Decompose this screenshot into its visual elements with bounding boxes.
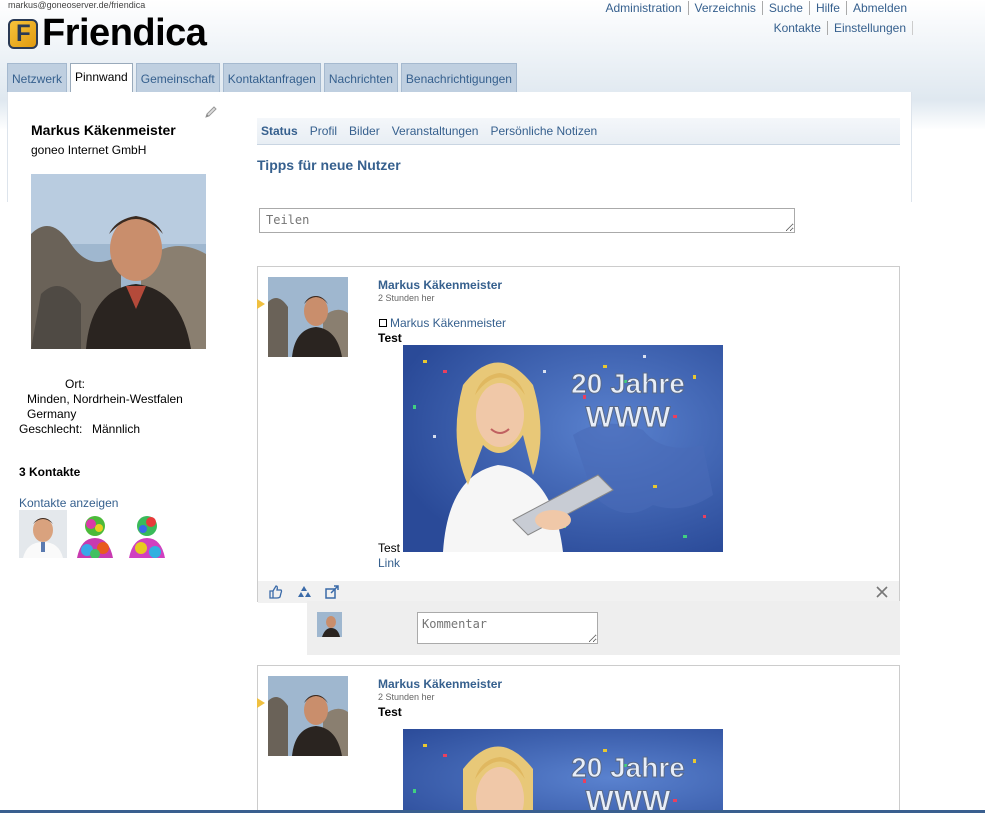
tips-heading[interactable]: Tipps für neue Nutzer [257, 157, 401, 173]
image-text-line1: 20 Jahre [571, 368, 685, 399]
contact-avatar[interactable] [19, 510, 67, 558]
nav-einstellungen[interactable]: Einstellungen [828, 21, 913, 35]
friendica-logo-icon [8, 18, 38, 49]
comment-input[interactable] [417, 612, 598, 644]
gender-value: Männlich [92, 422, 141, 436]
contacts-count: 3 Kontakte [19, 465, 81, 479]
post-author-avatar[interactable] [268, 277, 348, 357]
main-tabs: Netzwerk Pinnwand Gemeinschaft Kontaktan… [7, 63, 517, 93]
post-body: Test [378, 541, 401, 555]
user-address: markus@goneoserver.de/friendica [8, 0, 146, 10]
contacts-thumbnails [19, 510, 171, 558]
subtab-status[interactable]: Status [261, 124, 298, 138]
subtab-veranstaltungen[interactable]: Veranstaltungen [392, 124, 479, 138]
close-icon[interactable] [875, 585, 889, 599]
post-timestamp: 2 Stunden her [378, 293, 435, 303]
post-wall-owner[interactable]: Markus Käkenmeister [379, 316, 506, 330]
post-author-name[interactable]: Markus Käkenmeister [378, 278, 502, 292]
post-owner-name: Markus Käkenmeister [390, 316, 507, 330]
recycle-icon[interactable] [296, 584, 312, 600]
nav-verzeichnis[interactable]: Verzeichnis [689, 1, 763, 15]
commenter-avatar[interactable] [317, 612, 342, 637]
subtab-notizen[interactable]: Persönliche Notizen [490, 124, 597, 138]
post-timestamp: 2 Stunden her [378, 692, 435, 702]
post-marker-icon [257, 299, 265, 309]
nav-suche[interactable]: Suche [763, 1, 810, 15]
post-author-name[interactable]: Markus Käkenmeister [378, 677, 502, 691]
profile-photo [31, 174, 206, 349]
checkbox-icon [379, 319, 387, 327]
subtab-bilder[interactable]: Bilder [349, 124, 380, 138]
nav-hilfe[interactable]: Hilfe [810, 1, 847, 15]
nav-abmelden[interactable]: Abmelden [847, 1, 913, 15]
subtab-profil[interactable]: Profil [310, 124, 337, 138]
show-contacts-link[interactable]: Kontakte anzeigen [19, 496, 118, 510]
tab-netzwerk[interactable]: Netzwerk [7, 63, 68, 92]
image-text-line2: WWW [586, 785, 672, 811]
post-image[interactable]: 20 Jahre WWW [403, 345, 723, 552]
image-text-line2: WWW [586, 401, 672, 434]
logo-text: Friendica [42, 12, 207, 54]
share-input[interactable] [259, 208, 795, 233]
post-author-avatar[interactable] [268, 676, 348, 756]
wall-post: Markus Käkenmeister 2 Stunden her Markus… [257, 266, 900, 603]
profile-name: Markus Käkenmeister [31, 122, 176, 138]
tab-gemeinschaft[interactable]: Gemeinschaft [135, 63, 220, 92]
post-link[interactable]: Link [378, 556, 400, 570]
gender-label: Geschlecht: [19, 422, 83, 436]
post-marker-icon [257, 698, 265, 708]
wall-post: Markus Käkenmeister 2 Stunden her Test 2… [257, 665, 900, 813]
comment-section [307, 601, 900, 655]
nav-administration[interactable]: Administration [600, 1, 689, 15]
friendica-logo[interactable]: Friendica [8, 12, 207, 55]
profile-subtabs: Status Profil Bilder Veranstaltungen Per… [257, 118, 900, 145]
location-country: Germany [27, 407, 77, 421]
external-link-icon[interactable] [324, 584, 340, 600]
post-title: Test [378, 705, 402, 719]
contact-avatar-default[interactable] [123, 510, 171, 558]
profile-organization: goneo Internet GmbH [31, 143, 147, 157]
pencil-icon[interactable] [203, 104, 219, 120]
tab-pinnwand[interactable]: Pinnwand [70, 63, 133, 93]
image-text-line1: 20 Jahre [571, 752, 685, 783]
top-navigation: Administration Verzeichnis Suche Hilfe A… [600, 1, 914, 15]
post-actions-bar [258, 581, 899, 603]
location-label: Ort: [65, 377, 85, 391]
contact-avatar-default[interactable] [71, 510, 119, 558]
post-title: Test [378, 331, 402, 345]
location-city: Minden, Nordrhein-Westfalen [27, 392, 183, 406]
nav-kontakte[interactable]: Kontakte [768, 21, 828, 35]
top-navigation-secondary: Kontakte Einstellungen [768, 21, 913, 35]
tab-benachrichtigungen[interactable]: Benachrichtigungen [400, 63, 517, 92]
tab-nachrichten[interactable]: Nachrichten [323, 63, 398, 92]
tab-kontaktanfragen[interactable]: Kontaktanfragen [222, 63, 321, 92]
post-image[interactable]: 20 Jahre WWW [403, 729, 723, 811]
thumbs-up-icon[interactable] [268, 584, 284, 600]
